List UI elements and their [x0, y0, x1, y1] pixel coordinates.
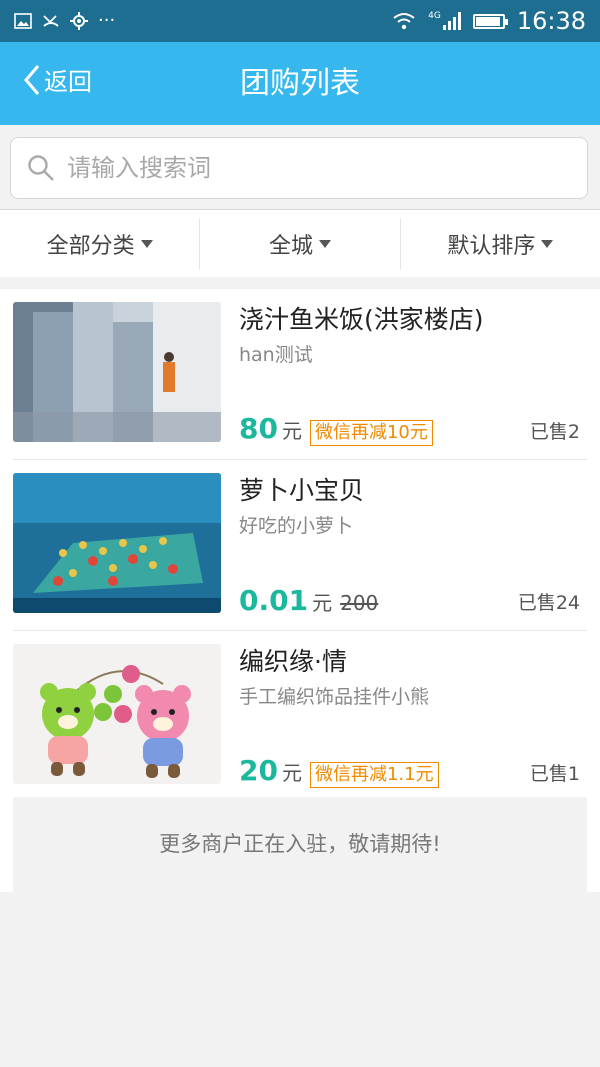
original-price: 200: [340, 591, 379, 615]
discount-badge: 微信再减1.1元: [309, 762, 439, 788]
more-icon: ···: [98, 10, 116, 31]
wifi-icon: [393, 13, 415, 30]
item-thumbnail: [13, 473, 221, 613]
item-price: 0.01: [239, 584, 309, 617]
price-unit: 元: [281, 419, 302, 443]
search-area: [0, 125, 600, 209]
app-header: 团购列表 返回: [0, 42, 600, 125]
list-item[interactable]: 萝卜小宝贝 好吃的小萝卜 0.01 元 200 已售24: [13, 460, 587, 631]
signal-icon: [442, 12, 461, 30]
item-name: 编织缘·情: [239, 647, 347, 676]
item-name: 浇汁鱼米饭(洪家楼店): [239, 305, 484, 334]
image-icon: [14, 13, 32, 29]
chevron-left-icon: [24, 64, 40, 95]
filter-area-label: 全城: [268, 233, 313, 259]
filter-sort-label: 默认排序: [447, 233, 536, 259]
sold-count: 已售24: [517, 592, 580, 614]
filter-category[interactable]: 全部分类: [0, 217, 201, 270]
settings-icon: [70, 12, 88, 30]
item-price: 20: [239, 754, 278, 787]
clock: 16:38: [516, 7, 586, 35]
price-unit: 元: [312, 591, 333, 615]
filter-sort[interactable]: 默认排序: [401, 218, 600, 270]
search-box[interactable]: [10, 137, 588, 199]
filter-area[interactable]: 全城: [200, 217, 401, 270]
search-icon: [28, 155, 54, 181]
list-item[interactable]: 编织缘·情 手工编织饰品挂件小熊 20 元 微信再减1.1元 已售1: [13, 631, 587, 801]
network-type: 4G: [428, 11, 441, 21]
missed-call-icon: [43, 15, 59, 27]
deal-list: 浇汁鱼米饭(洪家楼店) han测试 80 元 微信再减10元 已售2 萝卜小宝贝…: [0, 289, 600, 801]
back-label: 返回: [44, 68, 92, 96]
footer-message: 更多商户正在入驻，敬请期待!: [13, 797, 587, 892]
item-description: han测试: [239, 344, 313, 366]
item-description: 手工编织饰品挂件小熊: [239, 686, 430, 708]
sold-count: 已售2: [529, 421, 580, 443]
filter-bar: 全部分类 全城 默认排序: [0, 209, 600, 277]
status-bar: ··· 4G 16:38: [0, 0, 600, 42]
caret-down-icon: [140, 239, 153, 248]
item-description: 好吃的小萝卜: [239, 515, 354, 537]
caret-down-icon: [541, 239, 554, 248]
item-thumbnail: [13, 644, 221, 784]
item-name: 萝卜小宝贝: [239, 476, 365, 505]
filter-category-label: 全部分类: [46, 233, 135, 259]
notification-icons: ···: [14, 12, 115, 30]
battery-icon: [472, 13, 508, 29]
item-price: 80: [239, 412, 278, 445]
price-unit: 元: [281, 761, 302, 785]
list-item[interactable]: 浇汁鱼米饭(洪家楼店) han测试 80 元 微信再减10元 已售2: [13, 289, 587, 460]
discount-badge: 微信再减10元: [309, 420, 433, 446]
caret-down-icon: [319, 239, 331, 248]
back-button[interactable]: 返回: [22, 62, 92, 97]
search-input[interactable]: [65, 153, 549, 183]
sold-count: 已售1: [529, 763, 580, 785]
item-thumbnail: [13, 302, 221, 442]
